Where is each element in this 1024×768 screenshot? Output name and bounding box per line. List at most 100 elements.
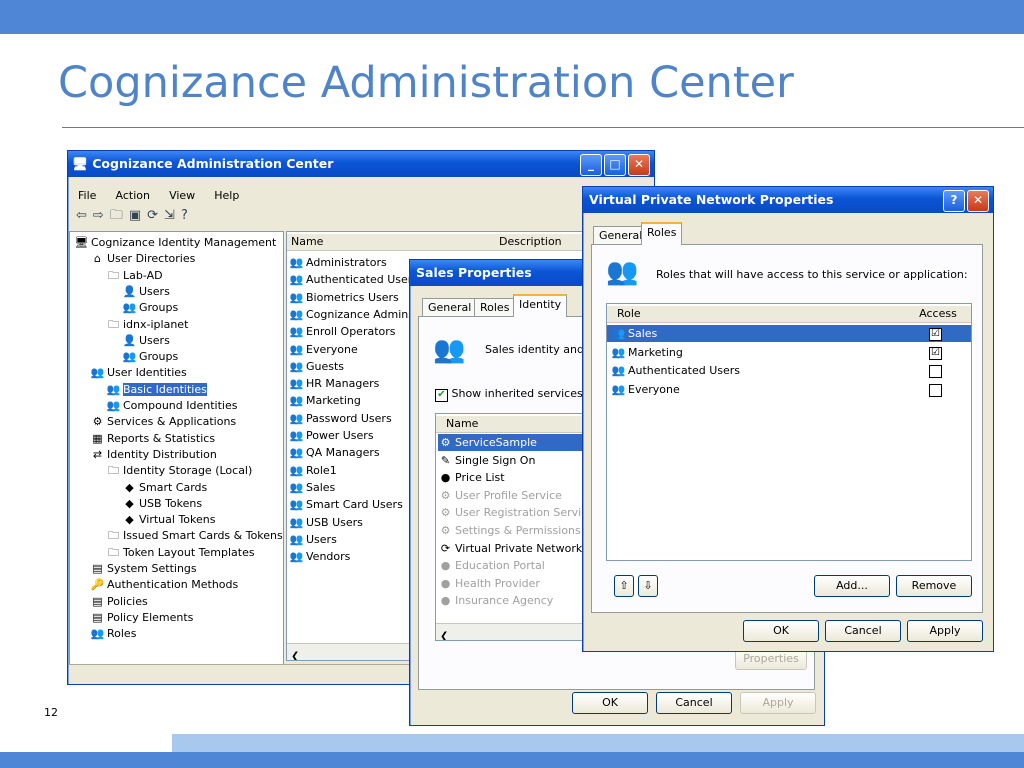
list-item-label: Power Users [306, 429, 374, 442]
minimize-button[interactable]: _ [580, 154, 602, 176]
sales-tab-identity[interactable]: Identity [513, 294, 568, 317]
sales-tab-general[interactable]: General [422, 298, 478, 317]
list-item[interactable]: 👥 Vendors [289, 548, 351, 565]
tree-item[interactable]: ▤ Policies [90, 593, 147, 610]
move-up-button[interactable]: ⇧ [614, 575, 634, 597]
list-item[interactable]: 👥 Role1 [289, 462, 337, 479]
tree-item[interactable]: ▤ System Settings [90, 560, 196, 577]
services-scroll-left-icon[interactable]: ❮ [436, 631, 448, 640]
back-arrow-icon[interactable]: ⇦ [76, 208, 93, 223]
list-item[interactable]: 👥 Cognizance Admins [289, 306, 414, 323]
tree-item[interactable]: ⚙ Services & Applications [90, 413, 237, 430]
help-icon[interactable]: ? [181, 208, 194, 223]
tree-item[interactable]: ◆ Virtual Tokens [122, 511, 215, 528]
role-row[interactable]: 👥 Authenticated Users [607, 362, 971, 379]
menu-help[interactable]: Help [214, 189, 239, 202]
vpn-dialog-titlebar[interactable]: Virtual Private Network Properties [583, 187, 993, 213]
list-item[interactable]: 👥 Power Users [289, 427, 374, 444]
services-icon: ⚙ [92, 415, 103, 429]
role-row[interactable]: 👥 Sales ☑ [607, 325, 971, 342]
sales-cancel-button[interactable]: Cancel [656, 692, 732, 714]
tree-item[interactable]: 👤 Users [122, 283, 170, 300]
list-item[interactable]: 👥 Guests [289, 358, 344, 375]
vpn-ok-button[interactable]: OK [743, 620, 819, 642]
maximize-button[interactable]: □ [604, 154, 626, 176]
service-label: Virtual Private Network [455, 541, 583, 555]
vpn-cancel-button[interactable]: Cancel [825, 620, 901, 642]
tree-item[interactable]: ⌂ User Directories [90, 250, 195, 267]
vpn-help-button[interactable]: ? [943, 190, 965, 212]
tree-item[interactable]: ◆ USB Tokens [122, 495, 202, 512]
tree-item[interactable]: 👥 Basic Identities [106, 381, 207, 398]
tree-item[interactable]: 🗀 Identity Storage (Local) [106, 462, 252, 479]
tree-pane[interactable]: 🖥 Cognizance Identity Management ⌂ User Dir… [69, 231, 284, 665]
refresh-icon[interactable]: ⟳ [147, 208, 164, 223]
role-row[interactable]: 👥 Everyone [607, 381, 971, 398]
show-inherited-checkbox[interactable]: ✔ Show inherited services an [435, 387, 600, 402]
vpn-close-button[interactable]: ✕ [967, 190, 989, 212]
list-item[interactable]: 👥 Users [289, 531, 337, 548]
main-window-titlebar[interactable]: 🖥 Cognizance Administration Center [68, 151, 654, 177]
tree-item[interactable]: 👥 User Identities [90, 364, 187, 381]
up-folder-icon[interactable]: 🗀 [110, 208, 129, 223]
tree-item[interactable]: ▤ Policy Elements [90, 609, 193, 626]
show-tree-icon[interactable]: ▣ [129, 208, 147, 223]
forward-arrow-icon[interactable]: ⇨ [93, 208, 110, 223]
usb-token-icon: ◆ [125, 496, 134, 510]
tree-item[interactable]: 🗀 Lab-AD [106, 267, 163, 284]
tree-item[interactable]: 👥 Groups [122, 348, 179, 365]
tree-item[interactable]: 🗀 Issued Smart Cards & Tokens [106, 527, 283, 544]
scroll-left-icon[interactable]: ❮ [287, 651, 299, 660]
list-item[interactable]: 👥 USB Users [289, 514, 363, 531]
remove-role-button[interactable]: Remove [896, 575, 972, 597]
list-item[interactable]: 👥 Biometrics Users [289, 289, 399, 306]
list-item[interactable]: 👥 Smart Card Users [289, 496, 403, 513]
menu-action[interactable]: Action [116, 189, 150, 202]
tree-item[interactable]: 👥 Compound Identities [106, 397, 238, 414]
tree-item-label: Users [139, 333, 170, 347]
list-item[interactable]: 👥 Marketing [289, 392, 361, 409]
roles-header-access[interactable]: Access [905, 306, 971, 323]
access-checkbox[interactable]: ☑ [929, 346, 942, 360]
export-icon[interactable]: ⇲ [164, 208, 181, 223]
list-item[interactable]: 👥 Everyone [289, 341, 358, 358]
access-checkbox[interactable] [929, 365, 942, 378]
add-role-button[interactable]: Add... [814, 575, 890, 597]
list-item[interactable]: 👥 Enroll Operators [289, 323, 396, 340]
tree-item[interactable]: 👥 Groups [122, 299, 179, 316]
tree-item[interactable]: 👤 Users [122, 332, 170, 349]
sales-ok-button[interactable]: OK [572, 692, 648, 714]
vpn-apply-button[interactable]: Apply [907, 620, 983, 642]
close-button[interactable]: ✕ [628, 154, 650, 176]
tree-item[interactable]: ◆ Smart Cards [122, 479, 207, 496]
tree-item[interactable]: 👥 Roles [90, 625, 137, 642]
vpn-tab-roles[interactable]: Roles [641, 222, 683, 245]
list-item[interactable]: 👥 HR Managers [289, 375, 380, 392]
tree-item[interactable]: 🗀 idnx-iplanet [106, 316, 188, 333]
identity-icon: 👥 [289, 515, 304, 529]
menu-file[interactable]: File [78, 189, 96, 202]
sales-apply-button[interactable]: Apply [740, 692, 816, 714]
list-header-name[interactable]: Name [287, 234, 496, 251]
access-checkbox[interactable] [929, 383, 942, 397]
tree-item[interactable]: ⇄ Identity Distribution [90, 446, 217, 463]
roles-list[interactable]: Role Access 👥 Sales ☑ 👥 Marketing ☑ 👥 Authentic… [606, 303, 972, 561]
menu-view[interactable]: View [169, 189, 195, 202]
list-item[interactable]: 👥 Password Users [289, 410, 392, 427]
tree-item[interactable]: 🗀 Token Layout Templates [106, 544, 255, 561]
tree-item[interactable]: 🔑 Authentication Methods [90, 576, 239, 593]
list-item[interactable]: 👥 Sales [289, 479, 336, 496]
move-down-button[interactable]: ⇩ [638, 575, 658, 597]
tree-item[interactable]: 🖥 Cognizance Identity Management [74, 234, 277, 251]
list-item[interactable]: 👥 Authenticated Users [289, 271, 418, 288]
show-inherited-check-icon[interactable]: ✔ [435, 389, 448, 402]
identity-icon: 👥 [106, 382, 121, 396]
roles-header-role[interactable]: Role [607, 306, 913, 323]
tree-item[interactable]: ▦ Reports & Statistics [90, 430, 215, 447]
list-item[interactable]: 👥 Administrators [289, 254, 387, 271]
list-item[interactable]: 👥 QA Managers [289, 444, 380, 461]
service-label: Single Sign On [455, 453, 536, 467]
role-row[interactable]: 👥 Marketing ☑ [607, 344, 971, 361]
sales-tab-roles[interactable]: Roles [474, 298, 516, 317]
access-checkbox[interactable]: ☑ [929, 328, 942, 341]
